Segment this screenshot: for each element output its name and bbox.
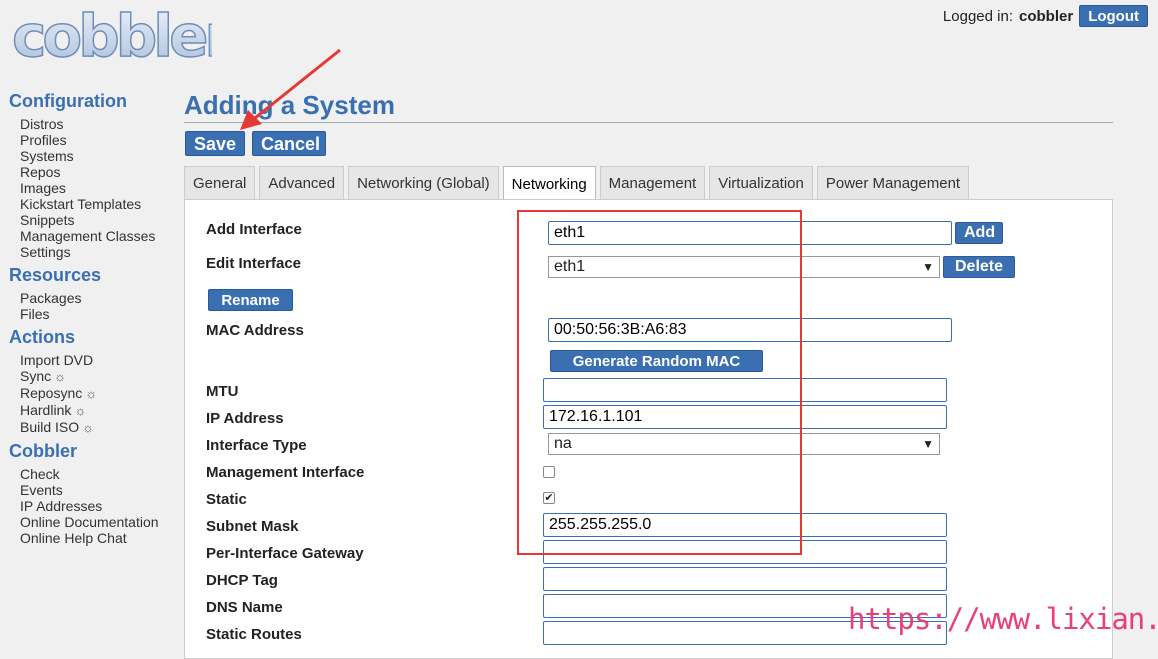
static-label: Static	[206, 491, 247, 508]
sidebar-heading: Cobbler	[9, 441, 78, 461]
sidebar-item-events[interactable]: Events	[9, 482, 179, 498]
cobbler-logo: cobbler	[12, 6, 212, 70]
sidebar-item-label: Hardlink	[20, 402, 72, 418]
sidebar-item-systems[interactable]: Systems	[9, 148, 179, 164]
annotation-arrow-icon	[240, 48, 341, 130]
sidebar-item-online-help-chat[interactable]: Online Help Chat	[9, 530, 179, 546]
highlight-box	[517, 210, 802, 555]
sidebar-section-actions: Actions Import DVD Sync ☼ Reposync ☼ Hardl…	[9, 326, 179, 436]
sidebar-item-packages[interactable]: Packages	[9, 290, 179, 306]
tab-advanced[interactable]: Advanced	[259, 166, 345, 200]
login-area: Logged in: cobbler Logout	[943, 5, 1148, 27]
sidebar-item-reposync[interactable]: Reposync ☼	[9, 385, 179, 402]
ip-address-label: IP Address	[206, 410, 284, 427]
sidebar-item-online-documentation[interactable]: Online Documentation	[9, 514, 179, 530]
tab-virtualization[interactable]: Virtualization	[709, 166, 813, 200]
tab-networking-global[interactable]: Networking (Global)	[348, 166, 499, 200]
tab-bar: General Advanced Networking (Global) Net…	[184, 166, 970, 201]
sidebar-item-label: Reposync	[20, 385, 83, 401]
add-interface-label: Add Interface	[206, 221, 302, 238]
gear-icon: ☼	[85, 386, 98, 401]
sidebar-item-snippets[interactable]: Snippets	[9, 212, 179, 228]
sidebar-item-distros[interactable]: Distros	[9, 116, 179, 132]
sidebar-section-configuration: Configuration Distros Profiles Systems R…	[9, 90, 179, 260]
gear-icon: ☼	[54, 369, 67, 384]
sidebar-section-cobbler: Cobbler Check Events IP Addresses Online…	[9, 440, 179, 546]
logged-in-user: cobbler	[1019, 7, 1074, 25]
sidebar-item-ip-addresses[interactable]: IP Addresses	[9, 498, 179, 514]
add-interface-button[interactable]: Add	[955, 222, 1003, 244]
sidebar-item-settings[interactable]: Settings	[9, 244, 179, 260]
tab-power-management[interactable]: Power Management	[816, 166, 970, 200]
delete-interface-button[interactable]: Delete	[943, 256, 1015, 278]
sidebar-item-kickstart-templates[interactable]: Kickstart Templates	[9, 196, 179, 212]
gear-icon: ☼	[74, 403, 87, 418]
dropdown-arrow-icon: ▼	[922, 437, 934, 451]
sidebar: Configuration Distros Profiles Systems R…	[9, 90, 179, 550]
sidebar-item-build-iso[interactable]: Build ISO ☼	[9, 419, 179, 436]
tab-general[interactable]: General	[184, 166, 256, 200]
sidebar-item-label: Sync	[20, 368, 52, 384]
mtu-label: MTU	[206, 383, 239, 400]
dns-name-label: DNS Name	[206, 599, 283, 616]
sidebar-item-files[interactable]: Files	[9, 306, 179, 322]
sidebar-item-sync[interactable]: Sync ☼	[9, 368, 179, 385]
cancel-button[interactable]: Cancel	[252, 131, 326, 156]
sidebar-heading: Configuration	[9, 91, 127, 111]
static-routes-label: Static Routes	[206, 626, 302, 643]
interface-type-label: Interface Type	[206, 437, 307, 454]
sidebar-item-import-dvd[interactable]: Import DVD	[9, 352, 179, 368]
tab-networking[interactable]: Networking	[502, 166, 596, 201]
dhcp-tag-label: DHCP Tag	[206, 572, 278, 589]
logout-button[interactable]: Logout	[1079, 5, 1148, 27]
sidebar-item-management-classes[interactable]: Management Classes	[9, 228, 179, 244]
sidebar-heading: Actions	[9, 327, 76, 347]
management-interface-label: Management Interface	[206, 464, 365, 481]
gateway-label: Per-Interface Gateway	[206, 545, 364, 562]
sidebar-section-resources: Resources Packages Files	[9, 264, 179, 322]
sidebar-item-hardlink[interactable]: Hardlink ☼	[9, 402, 179, 419]
sidebar-item-label: Build ISO	[20, 419, 80, 435]
dhcp-tag-input[interactable]	[543, 567, 947, 591]
dropdown-arrow-icon: ▼	[922, 260, 934, 274]
logged-in-label: Logged in:	[942, 7, 1013, 25]
tab-management[interactable]: Management	[599, 166, 706, 200]
mac-address-label: MAC Address	[206, 322, 304, 339]
sidebar-item-check[interactable]: Check	[9, 466, 179, 482]
sidebar-item-profiles[interactable]: Profiles	[9, 132, 179, 148]
sidebar-heading: Resources	[9, 265, 102, 285]
sidebar-item-images[interactable]: Images	[9, 180, 179, 196]
sidebar-item-repos[interactable]: Repos	[9, 164, 179, 180]
edit-interface-label: Edit Interface	[206, 255, 302, 272]
gear-icon: ☼	[82, 420, 95, 435]
watermark: https://www.lixian.fun	[848, 602, 1158, 636]
subnet-mask-label: Subnet Mask	[206, 518, 299, 535]
rename-button[interactable]: Rename	[208, 289, 293, 311]
save-button[interactable]: Save	[185, 131, 245, 156]
svg-text:cobbler: cobbler	[12, 6, 212, 70]
